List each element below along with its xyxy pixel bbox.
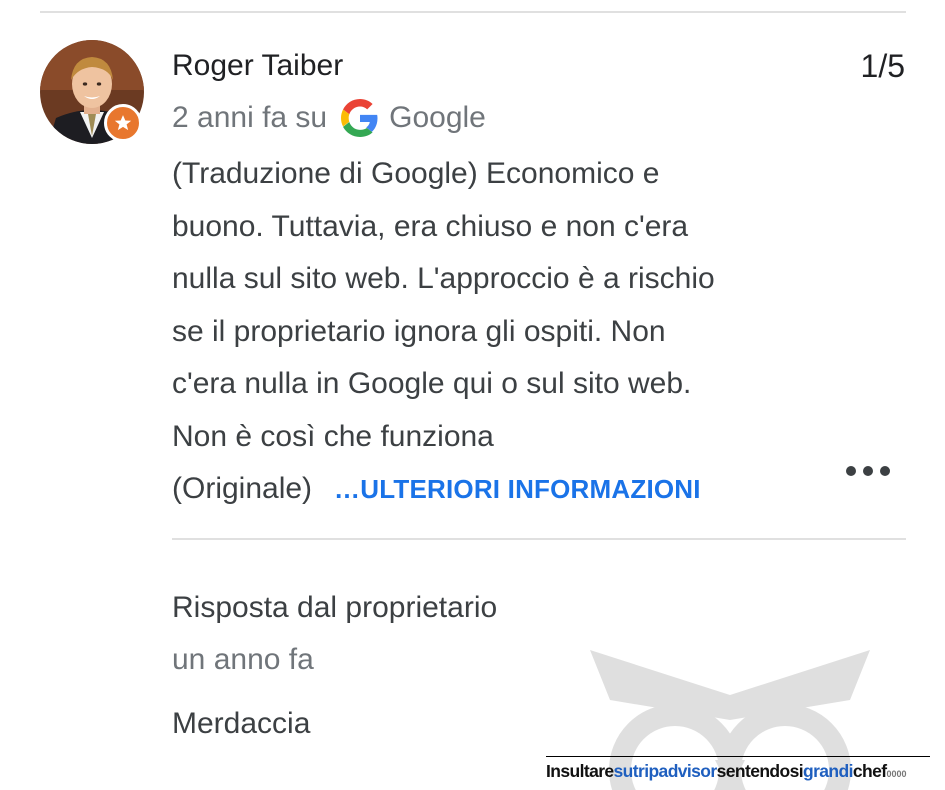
review-text-line: se il proprietario ignora gli ospiti. No… (172, 314, 666, 348)
review-source: Google (389, 101, 486, 134)
credit-part: 0000 (886, 769, 907, 779)
original-line: (Originale) …ULTERIORI INFORMAZIONI (172, 463, 822, 516)
review-card: Roger Taiber 1/5 2 anni fa su Google (Tr… (0, 0, 945, 790)
more-options-icon[interactable] (846, 458, 890, 484)
review-body: (Traduzione di Google) Economico e buono… (172, 148, 822, 516)
response-divider (172, 538, 906, 540)
review-text-line: Non è così che funziona (172, 419, 494, 453)
review-text-line: (Traduzione di Google) Economico e (172, 157, 660, 190)
review-text-line: c'era nulla in Google qui o sul sito web… (172, 367, 692, 400)
credit-part: sentendosi (716, 761, 804, 781)
review-text-line: nulla sul sito web. L'approccio è a risc… (172, 262, 715, 295)
credit-part: grandi (803, 761, 853, 781)
reviewer-name[interactable]: Roger Taiber (172, 46, 343, 86)
top-divider (40, 11, 906, 13)
credit-part: Insultare (546, 761, 614, 781)
review-text-line: buono. Tuttavia, era chiuso e non c'era (172, 209, 689, 243)
more-info-link[interactable]: …ULTERIORI INFORMAZIONI (334, 463, 701, 516)
local-guide-star-icon (104, 104, 142, 142)
credit-part: sutripadvisor (613, 761, 718, 781)
menu-dot (880, 466, 890, 476)
owner-response-text: Merdaccia (172, 707, 311, 740)
original-label: (Originale) (172, 472, 313, 505)
watermark-credit: Insultaresutripadvisorsentendosigrandich… (546, 756, 930, 785)
google-logo-icon (341, 99, 379, 137)
review-rating: 1/5 (860, 48, 905, 84)
owner-response-time: un anno fa (172, 643, 314, 676)
owner-response-heading: Risposta dal proprietario (172, 591, 498, 624)
menu-dot (846, 466, 856, 476)
credit-part: chef (852, 761, 887, 781)
menu-dot (863, 466, 873, 476)
review-time: 2 anni fa su (172, 101, 328, 134)
review-meta: 2 anni fa su Google (172, 98, 486, 138)
